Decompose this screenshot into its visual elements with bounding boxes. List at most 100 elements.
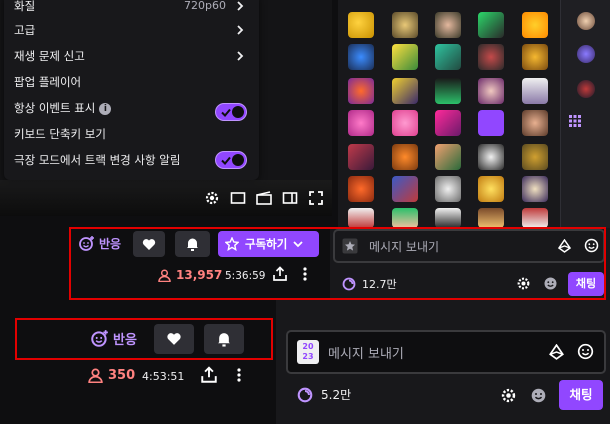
- emote[interactable]: [435, 12, 461, 38]
- emote[interactable]: [348, 44, 374, 70]
- emote[interactable]: [435, 176, 461, 202]
- menu-item-label: 극장 모드에서 트랙 변경 사항 알림: [14, 153, 181, 167]
- emote[interactable]: [392, 208, 418, 228]
- bits-icon[interactable]: [558, 239, 571, 253]
- gear-icon[interactable]: [204, 190, 220, 206]
- channel-points[interactable]: 12.7만: [342, 276, 397, 292]
- emote[interactable]: [348, 208, 374, 228]
- chevron-right-icon: [237, 25, 244, 35]
- follow-button[interactable]: [133, 231, 165, 257]
- smile-icon[interactable]: [577, 343, 594, 360]
- chat-send-button[interactable]: 채팅: [559, 380, 603, 410]
- year-badge-icon[interactable]: 20 23: [297, 340, 319, 364]
- emote-icon[interactable]: [567, 113, 583, 129]
- chevron-right-icon: [237, 1, 244, 11]
- emote[interactable]: [392, 110, 418, 136]
- emote[interactable]: [478, 176, 504, 202]
- menu-item-label: 재생 문제 신고: [14, 49, 85, 63]
- more-icon[interactable]: [301, 266, 309, 282]
- emote[interactable]: [435, 208, 461, 228]
- info-icon: i: [99, 102, 112, 115]
- chevron-right-icon: [237, 51, 244, 61]
- emote[interactable]: [522, 78, 548, 104]
- chat-input[interactable]: 20 23 메시지 보내기: [286, 330, 606, 374]
- check-icon: [221, 108, 231, 117]
- bell-icon: [187, 238, 198, 251]
- more-icon[interactable]: [235, 366, 243, 384]
- react-button[interactable]: 반응: [78, 235, 121, 252]
- smile-icon[interactable]: [543, 276, 558, 291]
- menu-item-popout[interactable]: 팝업 플레이어: [14, 70, 254, 94]
- video-player[interactable]: 화질 720p60 고급 재생 문제 신고 팝업 플레이어 항상 이벤트 표시 i…: [0, 0, 332, 216]
- emote[interactable]: [392, 44, 418, 70]
- gear-icon[interactable]: [500, 387, 517, 404]
- emote[interactable]: [392, 78, 418, 104]
- channel-avatar[interactable]: [577, 80, 595, 98]
- bell-icon: [218, 333, 230, 347]
- emote[interactable]: [522, 176, 548, 202]
- channel-points[interactable]: 5.2만: [297, 386, 351, 403]
- emote[interactable]: [478, 144, 504, 170]
- emote[interactable]: [478, 208, 504, 228]
- emote[interactable]: [522, 12, 548, 38]
- channel-points-value: 5.2만: [321, 388, 352, 402]
- menu-item-report[interactable]: 재생 문제 신고: [14, 44, 254, 68]
- fullscreen-icon[interactable]: [308, 190, 324, 206]
- menu-item-label: 화질: [14, 0, 36, 13]
- follow-button[interactable]: [154, 324, 194, 354]
- emote[interactable]: [522, 110, 548, 136]
- menu-item-advanced[interactable]: 고급: [14, 18, 254, 42]
- emote[interactable]: [348, 78, 374, 104]
- menu-item-label: 팝업 플레이어: [14, 75, 82, 89]
- emote[interactable]: [478, 78, 504, 104]
- notification-button[interactable]: [175, 231, 210, 257]
- emote-picker: [338, 0, 560, 228]
- emote[interactable]: [478, 12, 504, 38]
- menu-item-quality[interactable]: 화질 720p60: [14, 0, 254, 18]
- bits-icon[interactable]: [549, 344, 564, 360]
- badge-line: 20: [302, 342, 314, 351]
- gear-icon[interactable]: [516, 276, 531, 291]
- clip-icon[interactable]: [255, 190, 273, 206]
- emote[interactable]: [348, 176, 374, 202]
- emote[interactable]: [348, 110, 374, 136]
- chat-input[interactable]: 메시지 보내기: [333, 229, 605, 263]
- emote[interactable]: [435, 110, 461, 136]
- emote[interactable]: [478, 110, 504, 136]
- smile-icon[interactable]: [584, 238, 599, 253]
- always-events-toggle[interactable]: [215, 103, 247, 121]
- emote[interactable]: [392, 12, 418, 38]
- emote[interactable]: [392, 176, 418, 202]
- emote[interactable]: [435, 78, 461, 104]
- share-icon[interactable]: [200, 366, 218, 384]
- emote[interactable]: [392, 144, 418, 170]
- menu-item-label: 항상 이벤트 표시: [14, 101, 96, 115]
- toggle-knob: [232, 106, 244, 118]
- smile-icon[interactable]: [530, 387, 547, 404]
- points-icon: [297, 387, 313, 402]
- share-icon[interactable]: [272, 266, 288, 282]
- emote[interactable]: [478, 44, 504, 70]
- subscribe-button[interactable]: 구독하기: [218, 231, 319, 257]
- notification-button[interactable]: [204, 324, 244, 354]
- channel-avatar[interactable]: [577, 45, 595, 63]
- channel-avatar[interactable]: [577, 12, 595, 30]
- emote[interactable]: [522, 144, 548, 170]
- star-icon[interactable]: [342, 238, 358, 254]
- theatre-alerts-toggle[interactable]: [215, 151, 247, 169]
- emote[interactable]: [435, 144, 461, 170]
- check-icon: [221, 156, 231, 165]
- quality-value: 720p60: [184, 0, 226, 12]
- chat-send-button[interactable]: 채팅: [568, 272, 604, 296]
- heart-icon: [167, 333, 181, 345]
- emote[interactable]: [348, 12, 374, 38]
- react-button[interactable]: 반응: [90, 329, 137, 348]
- theatre-icon[interactable]: [282, 190, 298, 206]
- menu-item-shortcuts[interactable]: 키보드 단축키 보기: [14, 122, 254, 146]
- emote[interactable]: [435, 44, 461, 70]
- chevron-down-icon: [293, 241, 303, 248]
- emote[interactable]: [522, 208, 548, 228]
- emote[interactable]: [522, 44, 548, 70]
- emote[interactable]: [348, 144, 374, 170]
- miniplayer-icon[interactable]: [230, 190, 246, 206]
